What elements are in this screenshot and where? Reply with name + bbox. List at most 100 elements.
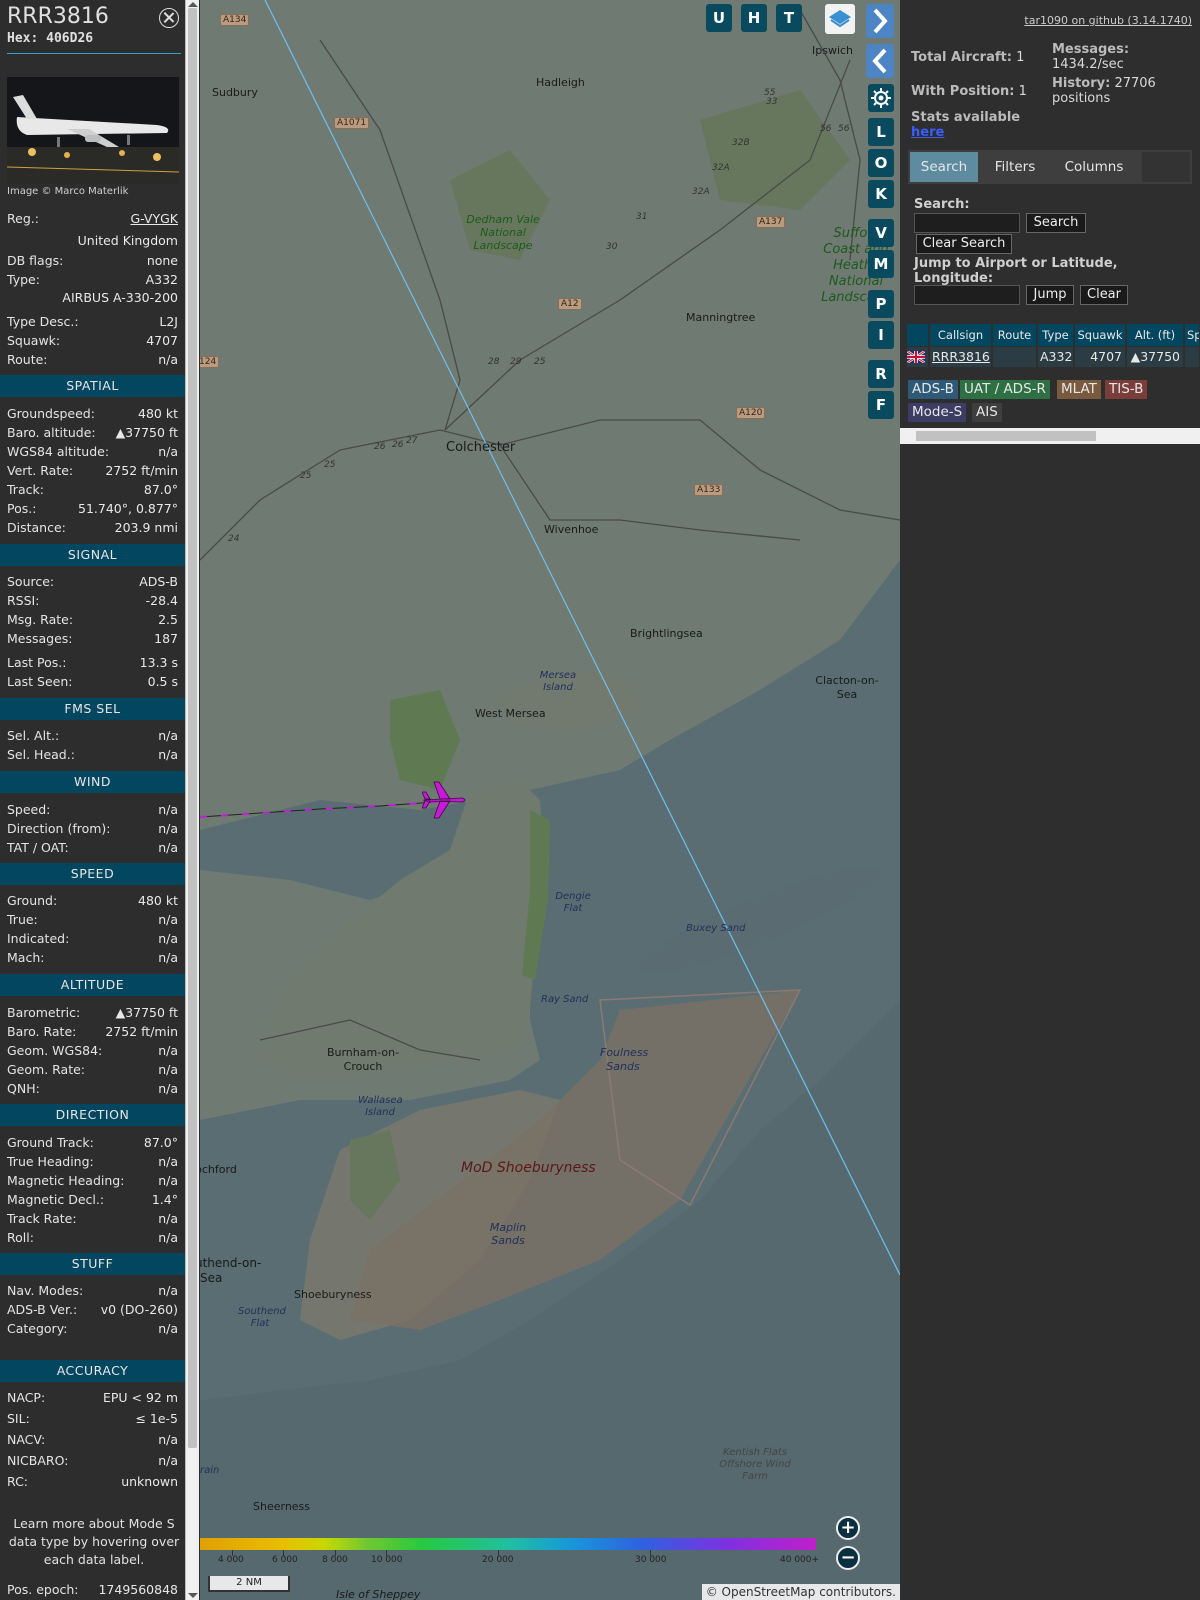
info-row-label[interactable]: ADS-B Ver.: (7, 1302, 77, 1317)
info-row-label[interactable]: True: (7, 912, 38, 927)
collapse-left-icon[interactable] (866, 44, 894, 78)
info-row-label[interactable]: Ground: (7, 893, 57, 908)
scroll-up-arrow-icon[interactable] (188, 2, 198, 7)
tab-filters[interactable]: Filters (982, 152, 1048, 182)
info-row-label[interactable]: Speed: (7, 802, 50, 817)
expand-right-icon[interactable] (866, 4, 894, 38)
jump-button[interactable]: Jump (1026, 285, 1074, 305)
info-row-label[interactable]: Magnetic Heading: (7, 1173, 124, 1188)
info-row-label[interactable]: Mach: (7, 950, 44, 965)
info-row-label[interactable]: Last Pos.: (7, 655, 66, 670)
chip-ais[interactable]: AIS (972, 403, 1002, 422)
col-header-callsign[interactable]: Callsign (930, 324, 992, 346)
chip-adsb[interactable]: ADS-B (908, 380, 958, 399)
info-row-label[interactable]: Baro. altitude: (7, 425, 96, 440)
chip-tisb[interactable]: TIS-B (1105, 380, 1148, 399)
map-button-m[interactable]: M (868, 250, 894, 278)
info-row-label[interactable]: Category: (7, 1321, 67, 1336)
info-row-label[interactable]: RSSI: (7, 593, 39, 608)
map-attribution[interactable]: © OpenStreetMap contributors. (701, 1584, 900, 1600)
chip-mlat[interactable]: MLAT (1057, 380, 1101, 399)
info-row-label[interactable]: SIL: (7, 1411, 30, 1426)
map-button-u[interactable]: U (706, 4, 732, 32)
info-row-label[interactable]: Geom. Rate: (7, 1062, 85, 1077)
info-row-label[interactable]: Track Rate: (7, 1211, 77, 1226)
map-button-f[interactable]: F (868, 391, 894, 419)
col-header-route[interactable]: Route (993, 324, 1037, 346)
map-button-v[interactable]: V (868, 219, 894, 247)
info-row-label[interactable]: Sel. Alt.: (7, 728, 59, 743)
col-header-speed[interactable]: Sp (1185, 324, 1200, 346)
info-row-label[interactable]: RC: (7, 1474, 28, 1489)
road-a134: A134 (220, 14, 250, 26)
info-row-label[interactable]: Barometric: (7, 1005, 80, 1020)
map-button-k[interactable]: K (868, 180, 894, 208)
info-row-label[interactable]: Roll: (7, 1230, 34, 1245)
info-row-label[interactable]: TAT / OAT: (7, 840, 69, 855)
chip-mode-s[interactable]: Mode-S (908, 403, 967, 422)
col-header-altitude[interactable]: Alt. (ft) (1127, 324, 1184, 346)
search-button[interactable]: Search (1026, 213, 1086, 233)
info-row-label[interactable]: Vert. Rate: (7, 463, 73, 478)
map-button-h[interactable]: H (741, 4, 767, 32)
table-horizontal-scrollbar[interactable] (900, 428, 1200, 444)
tab-search[interactable]: Search (910, 152, 978, 182)
tab-extra[interactable] (1142, 152, 1190, 182)
scroll-down-arrow-icon[interactable] (188, 1593, 198, 1598)
info-row-label[interactable]: WGS84 altitude: (7, 444, 109, 459)
aircraft-photo[interactable] (7, 77, 179, 184)
info-row-label[interactable]: Ground Track: (7, 1135, 94, 1150)
map-view[interactable]: Ipswich Sudbury Hadleigh Manningtree Col… (200, 0, 900, 1600)
map-button-r[interactable]: R (868, 360, 894, 388)
stats-link[interactable]: here (911, 125, 944, 140)
info-row-label[interactable]: Distance: (7, 520, 66, 535)
info-row-label[interactable]: Messages: (7, 631, 73, 646)
scrollbar-thumb[interactable] (188, 8, 197, 1448)
col-header-squawk[interactable]: Squawk (1075, 324, 1126, 346)
map-button-t[interactable]: T (776, 4, 802, 32)
row-callsign-link[interactable]: RRR3816 (930, 347, 992, 367)
info-row-label[interactable]: Indicated: (7, 931, 69, 946)
info-row-label[interactable]: Sel. Head.: (7, 747, 75, 762)
info-row-label[interactable]: Msg. Rate: (7, 612, 73, 627)
search-input[interactable] (914, 213, 1020, 233)
info-row-label[interactable]: QNH: (7, 1081, 40, 1096)
info-row: WGS84 altitude: n/a (7, 442, 178, 460)
info-row-label[interactable]: Geom. WGS84: (7, 1043, 102, 1058)
info-row-label[interactable]: Source: (7, 574, 54, 589)
chip-uat-adsr[interactable]: UAT / ADS-R (960, 380, 1050, 399)
clear-search-button[interactable]: Clear Search (916, 234, 1012, 254)
close-icon[interactable] (159, 8, 179, 28)
horizontal-scrollbar-thumb[interactable] (916, 431, 1096, 441)
github-link[interactable]: tar1090 on github (3.14.1740) (1024, 14, 1192, 27)
map-button-l[interactable]: L (868, 118, 894, 146)
info-row-label[interactable]: Pos.: (7, 501, 36, 516)
reg-link[interactable]: G-VYGK (130, 211, 178, 226)
info-row-label[interactable]: Baro. Rate: (7, 1024, 76, 1039)
info-row-label[interactable]: Nav. Modes: (7, 1283, 83, 1298)
info-panel-scrollbar[interactable] (185, 0, 199, 1600)
info-row-label[interactable]: Track: (7, 482, 44, 497)
zoom-out-icon[interactable]: − (836, 1546, 860, 1570)
jump-input[interactable] (914, 285, 1020, 305)
zoom-in-icon[interactable]: + (836, 1516, 860, 1540)
col-header-type[interactable]: Type (1038, 324, 1074, 346)
clear-button[interactable]: Clear (1080, 285, 1128, 305)
info-row-label[interactable]: Direction (from): (7, 821, 111, 836)
info-row: True: n/a (7, 910, 178, 928)
info-row-label[interactable]: Last Seen: (7, 674, 72, 689)
info-row-label[interactable]: NACV: (7, 1432, 45, 1447)
info-row-label[interactable]: Groundspeed: (7, 406, 95, 421)
layers-icon[interactable] (825, 4, 855, 34)
col-header-flag[interactable] (907, 324, 929, 346)
info-row-label[interactable]: NICBARO: (7, 1453, 68, 1468)
aircraft-icon[interactable] (422, 780, 468, 820)
map-button-o[interactable]: O (868, 149, 894, 177)
info-row-label[interactable]: NACP: (7, 1390, 45, 1405)
map-button-p[interactable]: P (868, 290, 894, 318)
map-button-i[interactable]: I (868, 321, 894, 349)
info-row-label[interactable]: True Heading: (7, 1154, 94, 1169)
info-row-label[interactable]: Magnetic Decl.: (7, 1192, 104, 1207)
tab-columns[interactable]: Columns (1052, 152, 1136, 182)
settings-gear-icon[interactable] (868, 84, 894, 112)
